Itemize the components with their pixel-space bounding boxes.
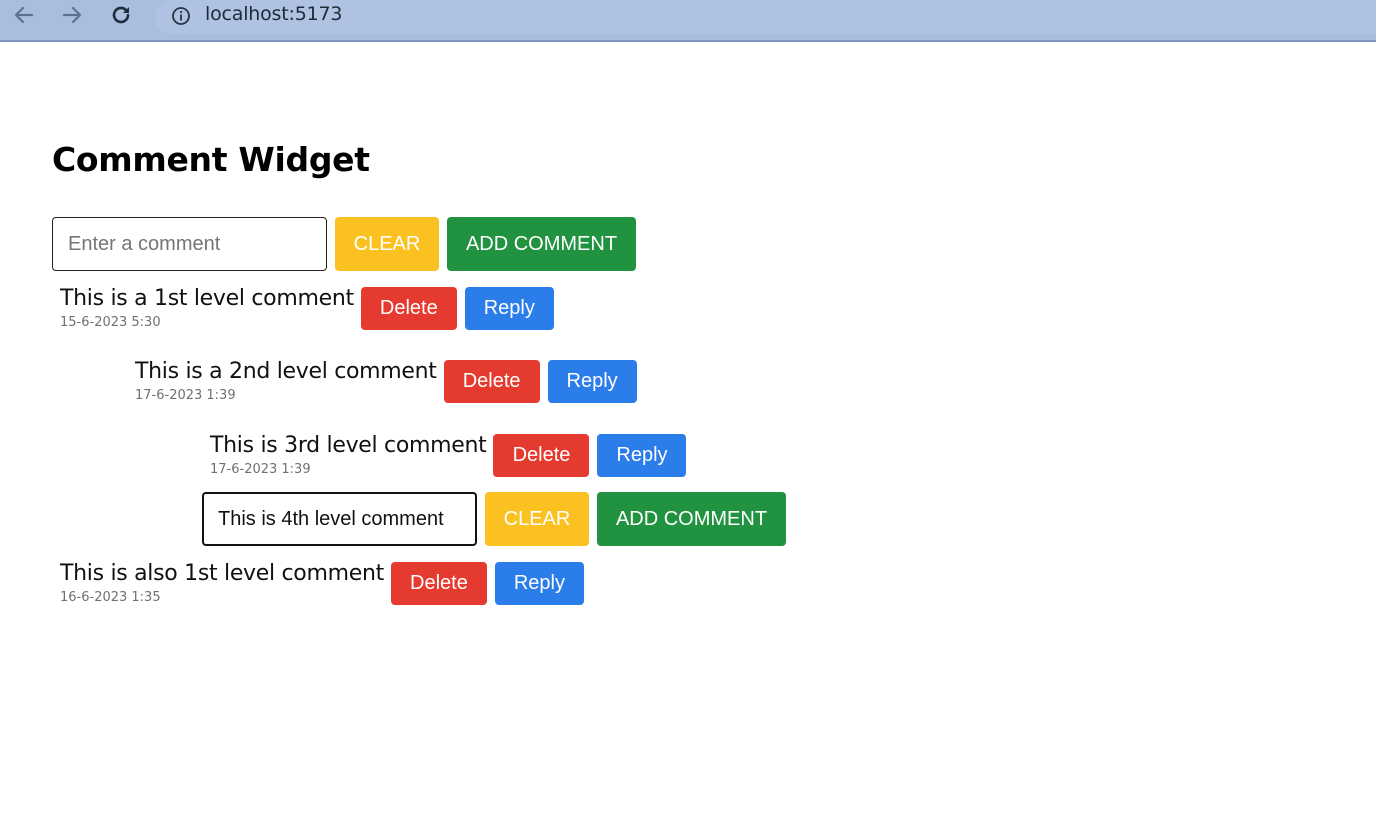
reply-button[interactable]: Reply: [597, 434, 687, 477]
delete-button[interactable]: Delete: [390, 562, 487, 605]
comment-text: This is also 1st level comment: [60, 561, 384, 586]
reply-input[interactable]: [202, 492, 477, 546]
reply-button[interactable]: Reply: [464, 287, 554, 330]
page-title: Comment Widget: [52, 140, 370, 179]
delete-button[interactable]: Delete: [360, 287, 457, 330]
comment-text: This is 3rd level comment: [210, 433, 487, 458]
forward-button[interactable]: [58, 2, 86, 28]
clear-button[interactable]: CLEAR: [335, 217, 439, 271]
reply-button[interactable]: Reply: [494, 562, 584, 605]
arrow-right-icon: [62, 6, 82, 24]
comment-text: This is a 2nd level comment: [135, 359, 437, 384]
arrow-left-icon: [14, 6, 34, 24]
add-comment-button[interactable]: ADD COMMENT: [597, 492, 786, 546]
comment-timestamp: 15-6-2023 5:30: [60, 315, 161, 330]
address-bar[interactable]: localhost:5173: [155, 0, 1376, 34]
reply-button[interactable]: Reply: [547, 360, 637, 403]
reload-button[interactable]: [107, 2, 135, 28]
delete-button[interactable]: Delete: [493, 434, 590, 477]
comment-item: This is 3rd level comment 17-6-2023 1:39…: [210, 433, 687, 477]
comment-item: This is also 1st level comment 16-6-2023…: [60, 561, 584, 605]
browser-toolbar: localhost:5173: [0, 0, 1376, 42]
info-icon[interactable]: [171, 6, 191, 26]
comment-timestamp: 16-6-2023 1:35: [60, 590, 161, 605]
comment-item: This is a 2nd level comment 17-6-2023 1:…: [135, 359, 637, 403]
reply-input-row: CLEAR ADD COMMENT: [202, 492, 786, 546]
comment-input[interactable]: [52, 217, 327, 271]
back-button[interactable]: [10, 2, 38, 28]
add-comment-button[interactable]: ADD COMMENT: [447, 217, 636, 271]
comment-timestamp: 17-6-2023 1:39: [210, 462, 311, 477]
delete-button[interactable]: Delete: [443, 360, 540, 403]
comment-text: This is a 1st level comment: [60, 286, 354, 311]
clear-button[interactable]: CLEAR: [485, 492, 589, 546]
comment-timestamp: 17-6-2023 1:39: [135, 388, 236, 403]
url-text: localhost:5173: [205, 3, 343, 25]
new-comment-row: CLEAR ADD COMMENT: [52, 217, 636, 271]
reload-icon: [112, 6, 130, 24]
comment-item: This is a 1st level comment 15-6-2023 5:…: [60, 286, 554, 330]
